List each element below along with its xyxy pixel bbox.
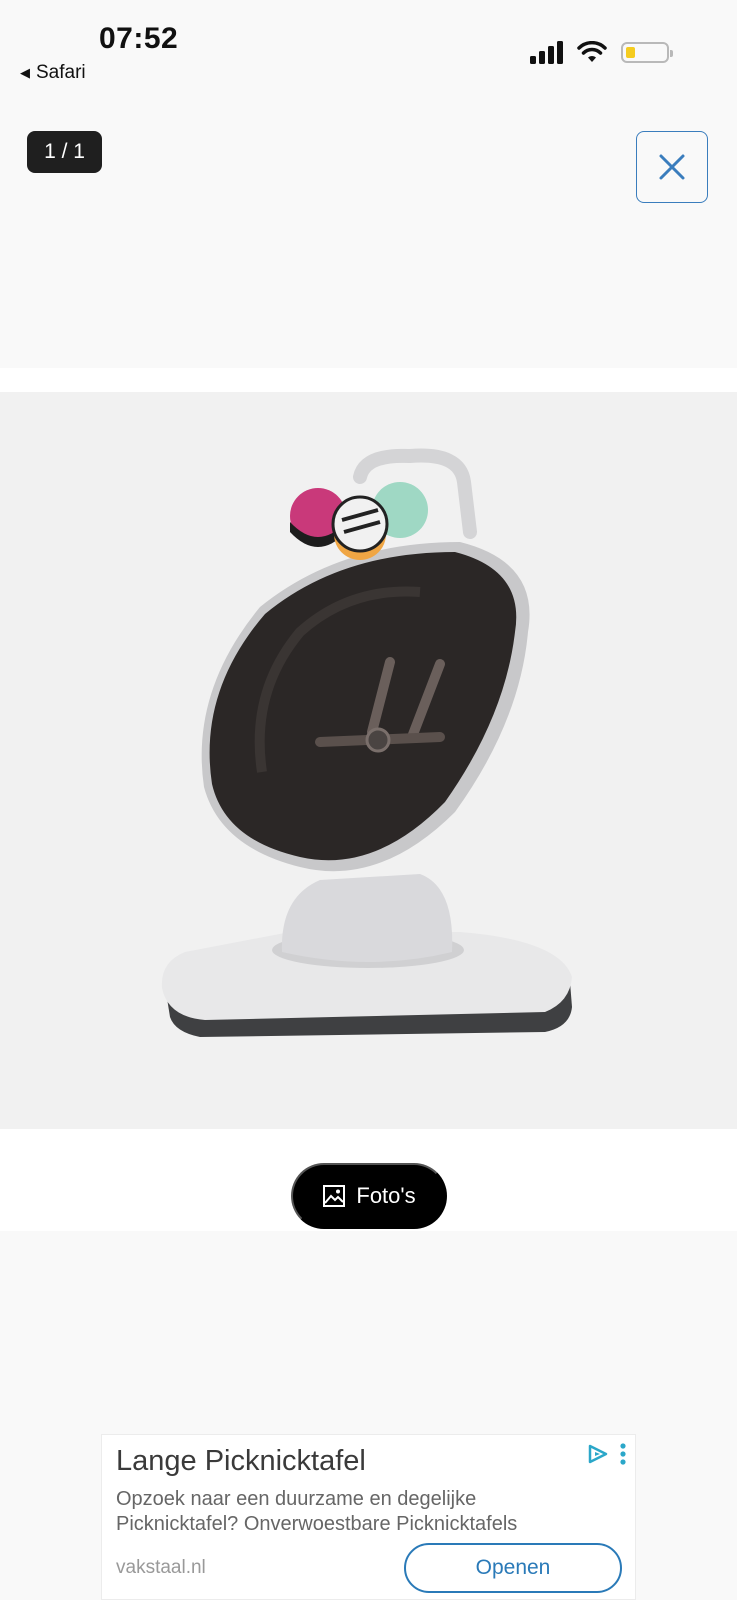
adchoices-icon[interactable]: [587, 1444, 609, 1464]
close-button[interactable]: [636, 131, 708, 203]
back-label: Safari: [36, 62, 86, 83]
ad-title[interactable]: Lange Picknicktafel: [116, 1445, 366, 1478]
ad-domain: vakstaal.nl: [116, 1557, 206, 1578]
ad-open-button[interactable]: Openen: [404, 1543, 622, 1593]
status-icons: [530, 40, 673, 64]
status-bar: 07:52 ◀ Safari: [0, 0, 737, 100]
back-to-safari[interactable]: ◀ Safari: [20, 62, 86, 84]
status-time: 07:52: [99, 22, 179, 55]
baby-swing-image: [161, 448, 572, 1037]
ad-banner[interactable]: Lange Picknicktafel Opzoek naar een duur…: [101, 1434, 636, 1600]
image-icon: [323, 1185, 346, 1207]
divider: [0, 368, 737, 393]
back-arrow-icon: ◀: [20, 65, 30, 80]
more-vertical-icon[interactable]: [619, 1443, 627, 1465]
image-counter: 1 / 1: [27, 131, 102, 173]
cellular-signal-icon: [530, 40, 563, 64]
ad-icons: [587, 1443, 627, 1465]
close-icon: [659, 154, 685, 180]
wifi-icon: [577, 41, 607, 62]
photos-button[interactable]: Foto's: [291, 1163, 447, 1229]
photos-button-label: Foto's: [356, 1183, 416, 1208]
ad-body: Opzoek naar een duurzame en degelijke Pi…: [116, 1488, 518, 1535]
product-photo[interactable]: [0, 392, 737, 1129]
battery-icon: [621, 41, 673, 63]
